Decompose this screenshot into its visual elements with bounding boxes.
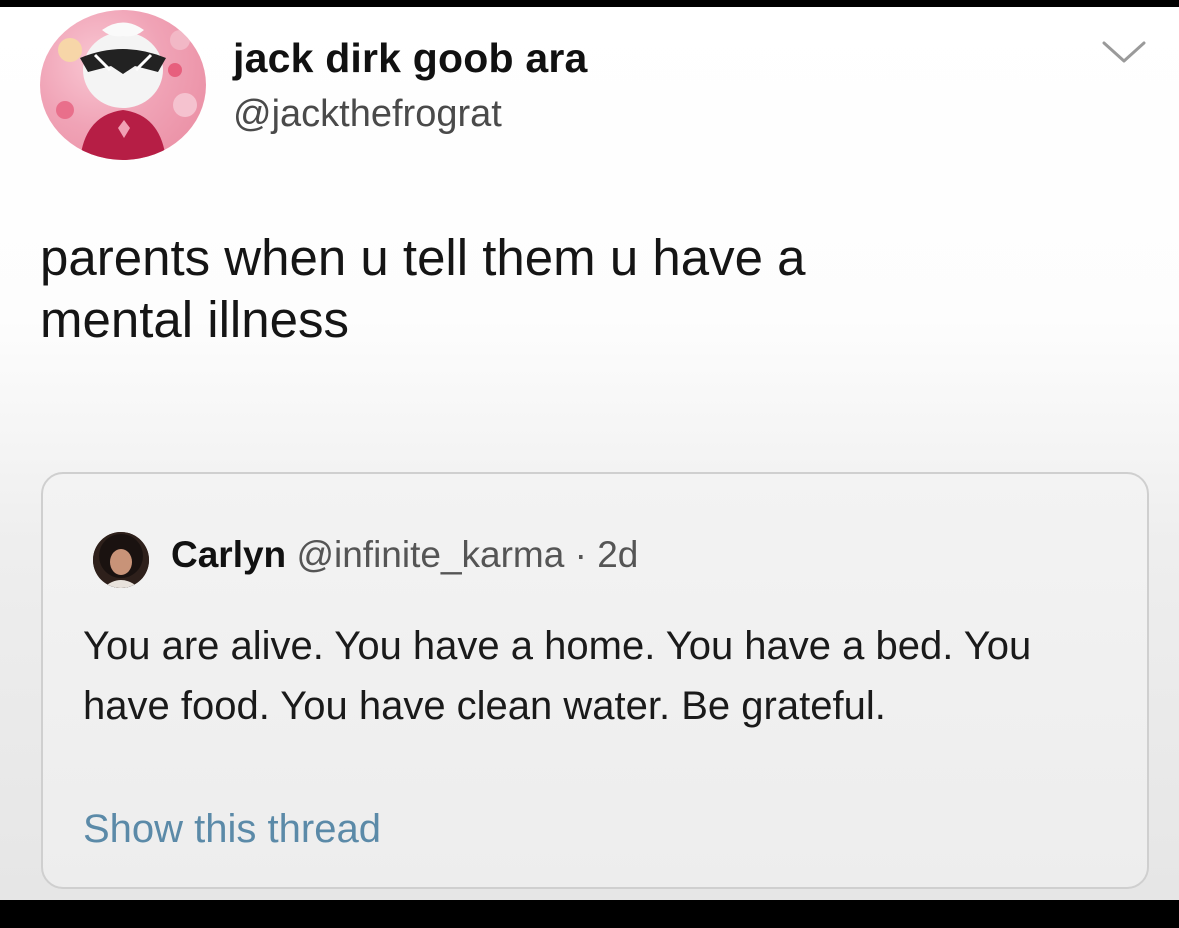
- quoted-tweet-timestamp[interactable]: 2d: [597, 534, 638, 575]
- tweet-text: parents when u tell them u have a mental…: [40, 229, 806, 348]
- profile-photo-avatar: [93, 532, 149, 588]
- quoted-author-handle[interactable]: @infinite_karma: [296, 534, 564, 575]
- author-avatar[interactable]: [40, 10, 206, 160]
- screenshot-frame: jack dirk goob ara @jackthefrograt paren…: [0, 0, 1179, 928]
- show-thread-link[interactable]: Show this thread: [83, 807, 381, 852]
- author-display-name[interactable]: jack dirk goob ara: [233, 35, 588, 82]
- author-handle[interactable]: @jackthefrograt: [233, 93, 502, 136]
- quoted-author-name[interactable]: Carlyn: [171, 534, 286, 575]
- cartoon-character-avatar: [56, 22, 197, 160]
- quoted-author-avatar[interactable]: [93, 532, 149, 588]
- tweet-card: jack dirk goob ara @jackthefrograt paren…: [0, 7, 1179, 900]
- quoted-tweet-card[interactable]: Carlyn @infinite_karma · 2d You are aliv…: [41, 472, 1149, 889]
- quoted-tweet-text: You are alive. You have a home. You have…: [83, 624, 1032, 728]
- quoted-tweet-header: Carlyn @infinite_karma · 2d: [171, 532, 638, 578]
- header-separator: ·: [574, 534, 587, 575]
- chevron-down-icon[interactable]: [1098, 37, 1150, 67]
